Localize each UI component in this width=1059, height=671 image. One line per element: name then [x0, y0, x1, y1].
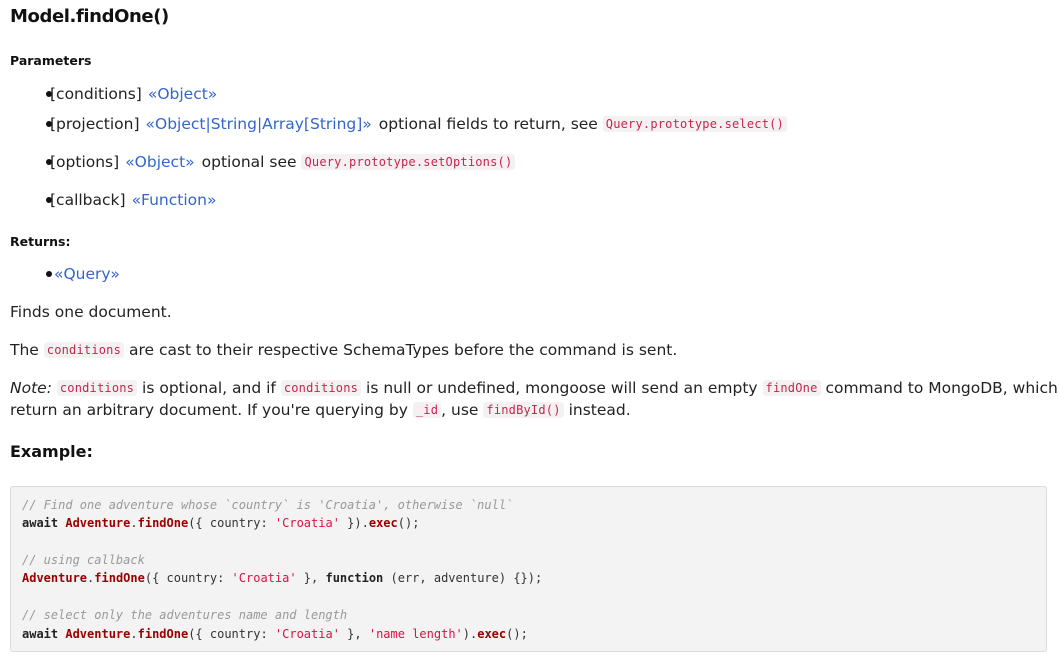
code-function: findOne	[94, 571, 145, 585]
param-item: [options] «Object» optional see Query.prot…	[50, 151, 516, 174]
param-type-link[interactable]: «Object»	[125, 153, 194, 171]
description-paragraph: Finds one document.	[10, 303, 172, 321]
code-comment: // Find one adventure whose `country` is…	[22, 498, 514, 512]
code-comment: // using callback	[22, 553, 145, 567]
code-text: (err, adventure) {});	[383, 571, 543, 585]
param-desc: optional fields to return, see	[378, 115, 598, 133]
parameters-heading: Parameters	[10, 53, 92, 68]
code-function: exec	[477, 627, 507, 641]
inline-code: conditions	[280, 380, 362, 396]
code-function: findOne	[137, 627, 189, 641]
param-item: [conditions] «Object»	[50, 83, 217, 105]
code-string: 'name length'	[368, 627, 463, 641]
note-paragraph-line-1: Note: conditions is optional, and if con…	[10, 377, 1059, 400]
code-text: ({ country:	[144, 571, 232, 585]
inline-code-link[interactable]: Query.prototype.setOptions()	[301, 154, 516, 170]
code-identifier: Adventure	[22, 571, 88, 585]
note-paragraph-line-2: return an arbitrary document. If you're …	[10, 399, 631, 422]
code-text: ();	[397, 516, 420, 530]
code-keyword: await	[22, 516, 59, 530]
code-text: ({ country:	[188, 516, 275, 530]
returns-item: «Query»	[50, 263, 120, 285]
text: is optional, and if	[142, 379, 276, 397]
code-string: 'Croatia'	[274, 516, 340, 530]
code-text: ();	[506, 627, 528, 641]
code-text: },	[296, 571, 326, 585]
conditions-paragraph: The conditions are cast to their respect…	[10, 339, 677, 362]
code-string: 'Croatia'	[274, 627, 340, 641]
note-label: Note:	[10, 379, 52, 397]
code-line-7: // select only the adventures name and l…	[22, 607, 347, 623]
param-desc: optional see	[201, 153, 297, 171]
code-text: },	[339, 627, 369, 641]
code-identifier: Adventure	[65, 627, 131, 641]
code-function: exec	[368, 516, 398, 530]
code-block: // Find one adventure whose `country` is…	[10, 486, 1047, 652]
text: instead.	[568, 401, 631, 419]
param-name: [options]	[50, 153, 120, 171]
inline-code-link[interactable]: Query.prototype.select()	[602, 116, 787, 132]
return-type-link[interactable]: «Query»	[54, 265, 120, 283]
code-text: }).	[339, 516, 369, 530]
param-name: [conditions]	[50, 85, 142, 103]
code-keyword: await	[22, 627, 59, 641]
param-item: [projection] «Object|String|Array[String]…	[50, 113, 787, 136]
code-string: 'Croatia'	[231, 571, 297, 585]
param-type-link[interactable]: «Object|String|Array[String]»	[146, 115, 372, 133]
page-title: Model.findOne()	[10, 6, 169, 27]
code-line-2: await Adventure.findOne({ country: 'Croa…	[22, 516, 420, 530]
text: , use	[441, 401, 479, 419]
param-item: [callback] «Function»	[50, 189, 216, 211]
param-name: [callback]	[50, 191, 126, 209]
param-type-link[interactable]: «Object»	[148, 85, 217, 103]
example-heading: Example:	[10, 442, 93, 461]
returns-heading: Returns:	[10, 234, 71, 249]
inline-code: conditions	[43, 342, 125, 358]
text: are cast to their respective SchemaTypes…	[128, 341, 678, 359]
text: command to MongoDB, which will	[825, 379, 1059, 397]
code-line-1: // Find one adventure whose `country` is…	[22, 497, 513, 513]
param-name: [projection]	[50, 115, 140, 133]
code-function: findOne	[137, 516, 189, 530]
code-line-8: await Adventure.findOne({ country: 'Croa…	[22, 627, 528, 641]
inline-code: findById()	[483, 402, 564, 418]
code-line-4: // using callback	[22, 552, 145, 568]
inline-code: findOne	[762, 380, 821, 396]
inline-code: conditions	[56, 380, 138, 396]
code-identifier: Adventure	[65, 516, 131, 530]
code-keyword: function	[325, 571, 384, 585]
inline-code: _id	[412, 402, 442, 418]
code-text: ({ country:	[188, 627, 275, 641]
code-comment: // select only the adventures name and l…	[22, 608, 348, 622]
text: return an arbitrary document. If you're …	[10, 401, 408, 419]
text: The	[10, 341, 39, 359]
text: is null or undefined, mongoose will send…	[366, 379, 758, 397]
param-type-link[interactable]: «Function»	[132, 191, 217, 209]
code-text: ).	[462, 627, 478, 641]
code-line-5: Adventure.findOne({ country: 'Croatia' }…	[22, 571, 543, 585]
